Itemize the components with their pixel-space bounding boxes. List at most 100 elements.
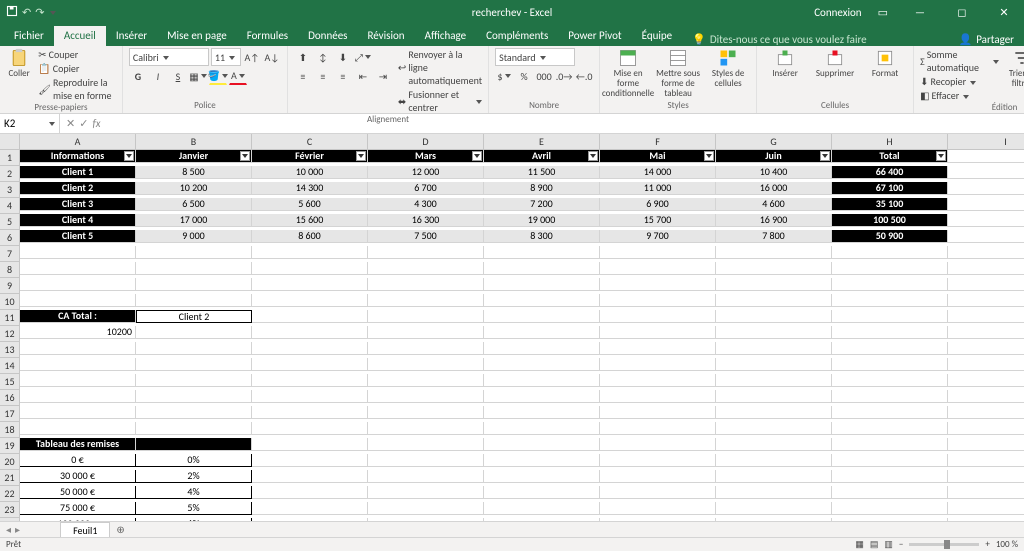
row-header[interactable]: 23: [0, 502, 20, 518]
format-table-button[interactable]: Mettre sous forme de tableau: [656, 48, 700, 99]
filter-arrow-icon[interactable]: [936, 151, 946, 161]
row-header[interactable]: 2: [0, 166, 20, 182]
cell[interactable]: [136, 294, 252, 307]
cell[interactable]: 5%: [136, 502, 252, 515]
border-icon[interactable]: ▦: [189, 67, 207, 85]
cell[interactable]: [832, 374, 948, 387]
cell[interactable]: [368, 246, 484, 259]
cell[interactable]: [600, 262, 716, 275]
cell[interactable]: 14 300: [252, 182, 368, 195]
row-header[interactable]: 10: [0, 294, 20, 310]
cell[interactable]: [832, 262, 948, 275]
cell[interactable]: [136, 422, 252, 435]
cell[interactable]: [252, 262, 368, 275]
cell[interactable]: [136, 358, 252, 371]
cell[interactable]: [20, 262, 136, 275]
cell[interactable]: Client 1: [20, 166, 136, 179]
column-header[interactable]: A: [20, 134, 136, 150]
cell[interactable]: 8 600: [252, 230, 368, 243]
cell[interactable]: 8 300: [484, 230, 600, 243]
decrease-font-icon[interactable]: A↓: [263, 48, 281, 66]
cell[interactable]: [600, 294, 716, 307]
cell[interactable]: [20, 294, 136, 307]
cell[interactable]: [948, 422, 1024, 435]
cell[interactable]: [716, 502, 832, 515]
cell[interactable]: [948, 278, 1024, 291]
cell[interactable]: [20, 358, 136, 371]
increase-indent-icon[interactable]: ⇥: [374, 67, 392, 85]
cell[interactable]: [368, 342, 484, 355]
cell[interactable]: [716, 438, 832, 451]
cell[interactable]: [368, 326, 484, 339]
cell[interactable]: [484, 262, 600, 275]
insert-cells-button[interactable]: Insérer: [763, 48, 807, 79]
cell[interactable]: 4 300: [368, 198, 484, 211]
cell[interactable]: [368, 502, 484, 515]
cell[interactable]: Tableau des remises: [20, 438, 136, 451]
cell[interactable]: 15 700: [600, 214, 716, 227]
cell[interactable]: Avril: [484, 150, 600, 163]
cell[interactable]: Total: [832, 150, 948, 163]
cell[interactable]: [832, 342, 948, 355]
cell[interactable]: [600, 486, 716, 499]
cell[interactable]: 67 100: [832, 182, 948, 195]
cell[interactable]: [948, 230, 1024, 243]
cell[interactable]: 6 900: [600, 198, 716, 211]
cell[interactable]: 4%: [136, 486, 252, 499]
cell[interactable]: [600, 438, 716, 451]
cell[interactable]: [832, 390, 948, 403]
cell[interactable]: [600, 278, 716, 291]
cell[interactable]: Février: [252, 150, 368, 163]
cell[interactable]: [832, 422, 948, 435]
cell[interactable]: [484, 294, 600, 307]
row-header[interactable]: 9: [0, 278, 20, 294]
cell[interactable]: Mai: [600, 150, 716, 163]
zoom-out-button[interactable]: −: [899, 539, 903, 550]
cell[interactable]: [600, 326, 716, 339]
cell[interactable]: 7 500: [368, 230, 484, 243]
cell[interactable]: 15 600: [252, 214, 368, 227]
cell[interactable]: 9 000: [136, 230, 252, 243]
filter-arrow-icon[interactable]: [588, 151, 598, 161]
cell[interactable]: [948, 454, 1024, 467]
select-all-corner[interactable]: [0, 134, 20, 150]
filter-arrow-icon[interactable]: [124, 151, 134, 161]
cell[interactable]: [252, 486, 368, 499]
decrease-decimal-icon[interactable]: ←.0: [575, 67, 593, 85]
cell[interactable]: [716, 310, 832, 323]
filter-arrow-icon[interactable]: [472, 151, 482, 161]
cell[interactable]: 16 000: [716, 182, 832, 195]
row-header[interactable]: 13: [0, 342, 20, 358]
cell[interactable]: [252, 294, 368, 307]
cell[interactable]: [252, 278, 368, 291]
tab-formules[interactable]: Formules: [237, 26, 298, 46]
accounting-format-icon[interactable]: $: [495, 67, 513, 85]
cell[interactable]: [368, 390, 484, 403]
cell[interactable]: 14 000: [600, 166, 716, 179]
cell[interactable]: [948, 182, 1024, 195]
percent-format-icon[interactable]: %: [515, 67, 533, 85]
sort-filter-button[interactable]: Trier et filtrer: [1005, 48, 1024, 89]
cell[interactable]: [252, 470, 368, 483]
cell[interactable]: 50 900: [832, 230, 948, 243]
column-header[interactable]: F: [600, 134, 716, 150]
cell[interactable]: [484, 374, 600, 387]
filter-arrow-icon[interactable]: [820, 151, 830, 161]
cell[interactable]: [716, 406, 832, 419]
cell[interactable]: [252, 246, 368, 259]
cell[interactable]: [484, 326, 600, 339]
cell[interactable]: Mars: [368, 150, 484, 163]
sheet-nav-first-icon[interactable]: ◂: [6, 523, 11, 536]
cell[interactable]: [832, 502, 948, 515]
cell[interactable]: [716, 342, 832, 355]
cell[interactable]: [600, 374, 716, 387]
cell[interactable]: Juin: [716, 150, 832, 163]
cell[interactable]: [136, 406, 252, 419]
cell[interactable]: [948, 326, 1024, 339]
italic-icon[interactable]: I: [149, 67, 167, 85]
cell[interactable]: [252, 454, 368, 467]
share-button[interactable]: 👤 Partager: [959, 33, 1024, 46]
zoom-slider[interactable]: [909, 543, 979, 546]
cell[interactable]: 6 500: [136, 198, 252, 211]
cell[interactable]: [484, 470, 600, 483]
